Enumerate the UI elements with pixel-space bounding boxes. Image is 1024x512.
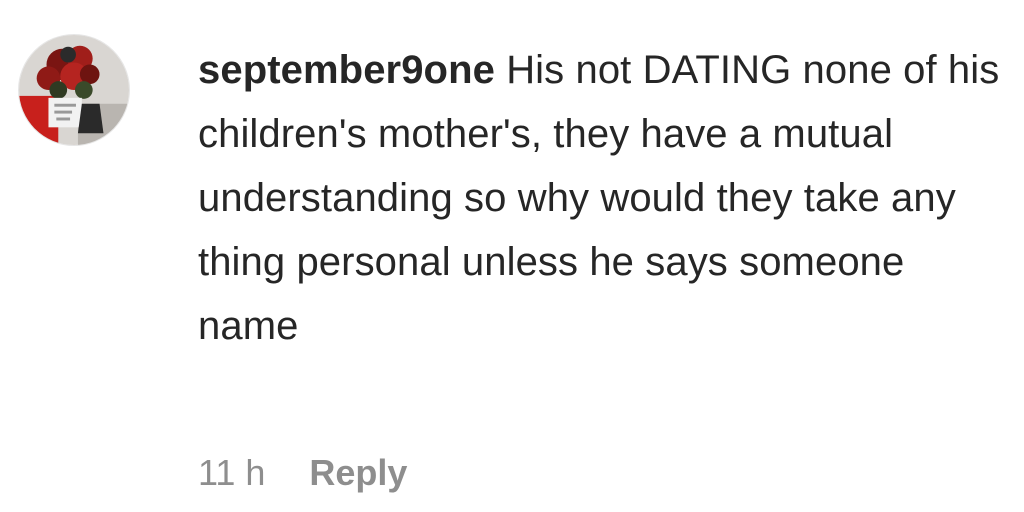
profile-avatar-icon: [19, 35, 129, 145]
comment-text-block: september9one His not DATING none of his…: [198, 38, 1014, 358]
comment-meta: 11 h Reply: [198, 452, 407, 494]
timestamp: 11 h: [198, 452, 266, 493]
reply-button[interactable]: Reply: [309, 452, 407, 494]
avatar[interactable]: [18, 34, 130, 146]
comment: september9one His not DATING none of his…: [0, 0, 1024, 512]
comment-body: september9one His not DATING none of his…: [198, 38, 1014, 358]
username-link[interactable]: september9one: [198, 48, 495, 92]
comment-text: His not DATING none of his children's mo…: [198, 48, 1000, 348]
